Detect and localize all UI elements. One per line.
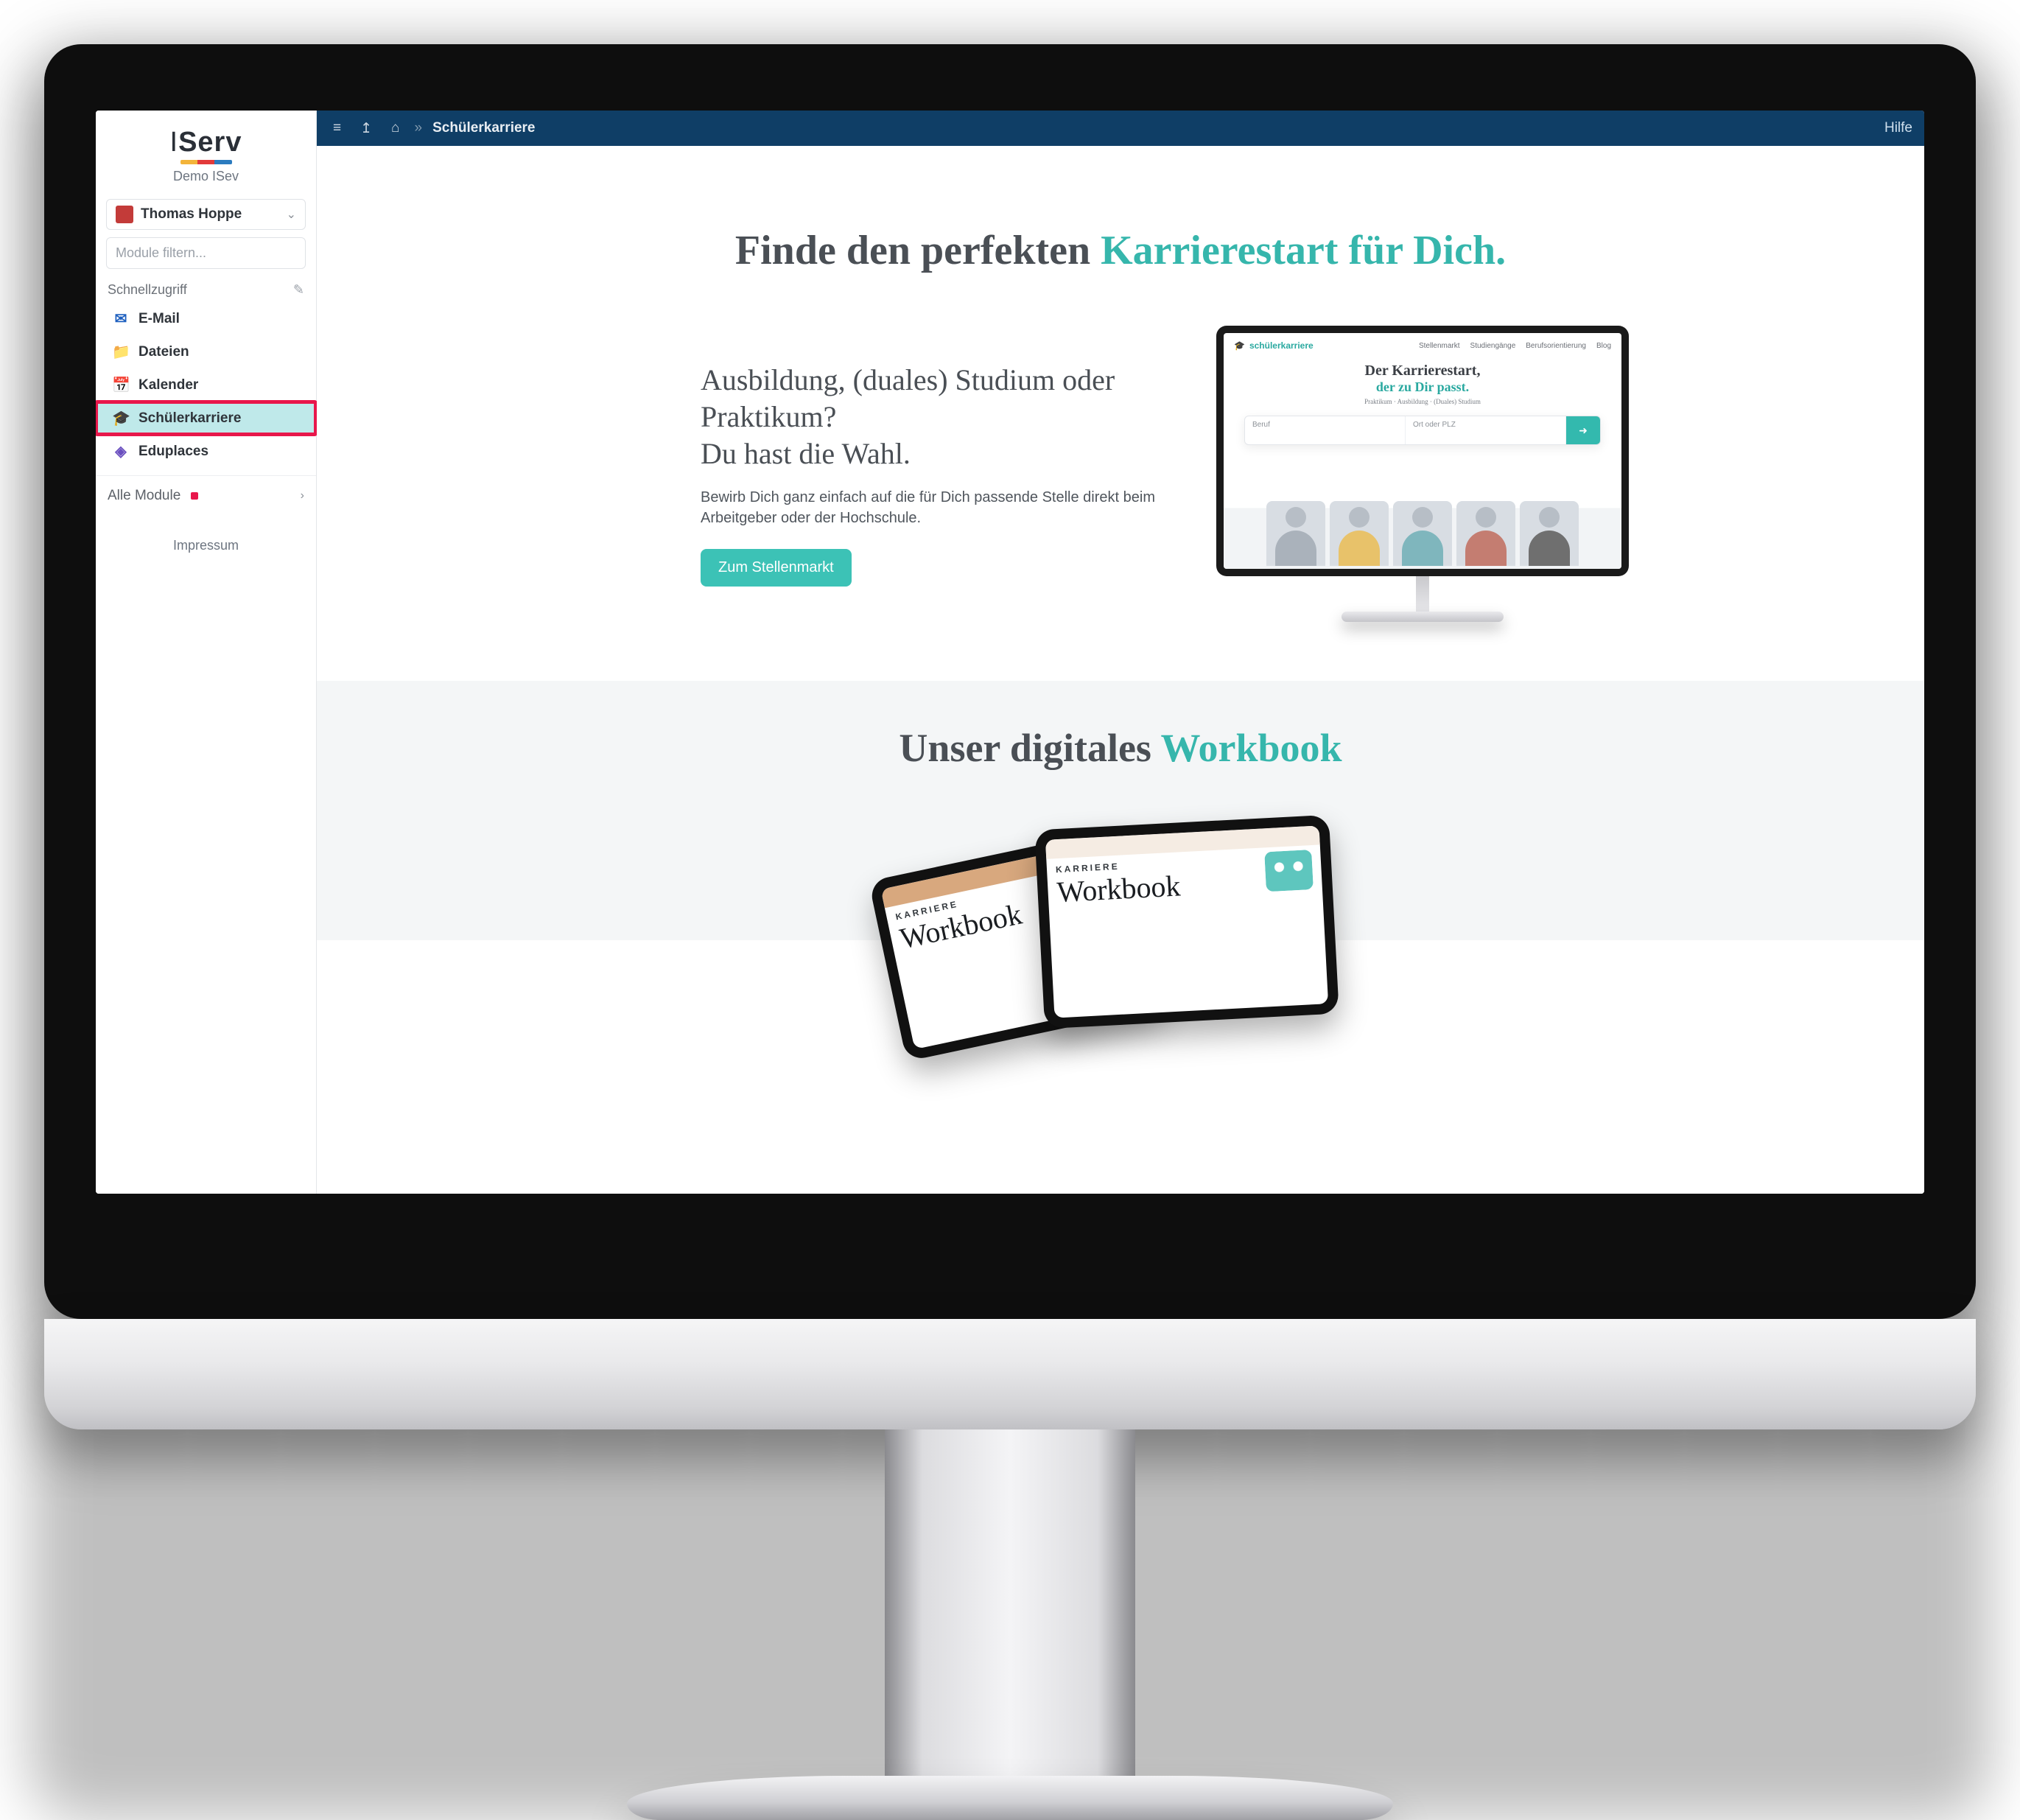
tablet-front: KARRIERE Workbook <box>1034 815 1339 1029</box>
hero-title-plain: Finde den perfekten <box>735 228 1101 273</box>
monitor-bezel: IServ Demo ISev Thomas Hoppe ⌄ Module fi… <box>44 44 1976 1319</box>
monitor-chin <box>44 1319 1976 1429</box>
up-arrow-icon[interactable]: ↥ <box>356 117 376 140</box>
person-illustration <box>1393 501 1452 566</box>
menu-icon[interactable]: ≡ <box>329 117 346 139</box>
edit-icon[interactable]: ✎ <box>293 282 304 298</box>
breadcrumb-separator: » <box>415 120 423 136</box>
mini-brand: 🎓 schülerkarriere <box>1234 340 1314 351</box>
quick-access-header: Schnellzugriff ✎ <box>96 278 316 302</box>
mini-headline-plain: Der Karrierestart, <box>1365 363 1481 379</box>
owl-icon <box>1264 850 1314 892</box>
sidebar-item-dateien[interactable]: 📁 Dateien <box>96 335 316 368</box>
mini-searchbar: Beruf Ort oder PLZ ➜ <box>1244 416 1601 445</box>
mini-nav: Stellenmarkt Studiengänge Berufsorientie… <box>1419 342 1611 350</box>
topbar: ≡ ↥ ⌂ » Schülerkarriere Hilfe <box>317 111 1924 146</box>
cta-stellenmarkt-button[interactable]: Zum Stellenmarkt <box>701 549 852 587</box>
workbook-title-plain: Unser digitales <box>899 726 1160 770</box>
sidebar-item-label: Dateien <box>138 344 189 360</box>
monitor-foot <box>627 1776 1393 1820</box>
sidebar-item-kalender[interactable]: 📅 Kalender <box>96 368 316 402</box>
hero-subtitle: Ausbildung, (duales) Studium oder Prakti… <box>701 362 1157 472</box>
person-illustration <box>1456 501 1515 566</box>
screen: IServ Demo ISev Thomas Hoppe ⌄ Module fi… <box>96 111 1924 1194</box>
mini-search-field-left: Beruf <box>1245 416 1406 444</box>
mini-hero: Der Karrierestart, der zu Dir passt. Pra… <box>1224 358 1621 408</box>
chevron-down-icon: ⌄ <box>287 207 296 222</box>
mail-icon: ✉ <box>112 309 130 328</box>
all-modules-label: Alle Module <box>108 488 180 503</box>
eduplaces-icon: ◈ <box>112 442 130 461</box>
quick-access-label: Schnellzugriff <box>108 282 187 298</box>
mini-monitor-screen: 🎓 schülerkarriere Stellenmarkt Studiengä… <box>1224 333 1621 569</box>
calendar-icon: 📅 <box>112 376 130 394</box>
hero-description: Bewirb Dich ganz einfach auf die für Dic… <box>701 487 1157 528</box>
sidebar: IServ Demo ISev Thomas Hoppe ⌄ Module fi… <box>96 111 317 1194</box>
hero-title: Finde den perfekten Karrierestart für Di… <box>317 146 1924 296</box>
graduation-cap-icon: 🎓 <box>1234 340 1245 351</box>
workbook-title-accent: Workbook <box>1160 726 1342 770</box>
mini-nav-item: Stellenmarkt <box>1419 342 1460 350</box>
folder-icon: 📁 <box>112 343 130 361</box>
brand-logo: IServ <box>103 127 309 158</box>
chevron-right-icon: › <box>301 489 304 503</box>
mini-nav-item: Berufsorientierung <box>1526 342 1586 350</box>
page-content: Finde den perfekten Karrierestart für Di… <box>317 146 1924 1194</box>
sidebar-item-email[interactable]: ✉ E-Mail <box>96 302 316 335</box>
module-filter-input[interactable]: Module filtern... <box>106 237 306 269</box>
brand-block: IServ Demo ISev <box>96 111 316 189</box>
brand-subtitle: Demo ISev <box>103 169 309 184</box>
sidebar-item-label: Eduplaces <box>138 444 208 460</box>
hero-copy: Ausbildung, (duales) Studium oder Prakti… <box>701 362 1157 587</box>
mini-tagline: Praktikum · Ausbildung · (Duales) Studiu… <box>1231 398 1614 405</box>
sidebar-item-label: Kalender <box>138 377 198 393</box>
hero-title-accent: Karrierestart für Dich. <box>1101 228 1506 273</box>
mini-headline-accent: der zu Dir passt. <box>1231 379 1614 395</box>
mini-monitor-foot <box>1342 612 1504 622</box>
mini-people-row <box>1224 488 1621 569</box>
main-area: ≡ ↥ ⌂ » Schülerkarriere Hilfe Finde den … <box>317 111 1924 1194</box>
person-illustration <box>1266 501 1325 566</box>
workbook-tablets: KARRIERE Workbook K <box>885 822 1356 940</box>
mini-nav-item: Blog <box>1596 342 1611 350</box>
mini-brand-text: schülerkarriere <box>1249 340 1314 351</box>
avatar <box>116 206 133 223</box>
help-link[interactable]: Hilfe <box>1884 120 1912 136</box>
hero-row: Ausbildung, (duales) Studium oder Prakti… <box>317 296 1924 681</box>
person-illustration <box>1330 501 1389 566</box>
home-icon[interactable]: ⌂ <box>387 117 404 139</box>
sidebar-item-schuelerkarriere[interactable]: 🎓 Schülerkarriere <box>96 402 316 435</box>
brand-underline <box>180 160 232 164</box>
breadcrumb-current: Schülerkarriere <box>432 120 535 136</box>
mini-nav-item: Studiengänge <box>1470 342 1516 350</box>
imprint-link[interactable]: Impressum <box>96 516 316 575</box>
user-name: Thomas Hoppe <box>141 206 279 223</box>
person-illustration <box>1520 501 1579 566</box>
hero-illustration: 🎓 schülerkarriere Stellenmarkt Studiengä… <box>1216 326 1629 622</box>
mini-search-go-icon: ➜ <box>1566 416 1600 444</box>
monitor-mockup: IServ Demo ISev Thomas Hoppe ⌄ Module fi… <box>0 0 2020 1820</box>
workbook-title: Unser digitales Workbook <box>346 725 1895 771</box>
notification-dot-icon <box>191 492 198 500</box>
user-menu[interactable]: Thomas Hoppe ⌄ <box>106 199 306 230</box>
mini-search-field-right: Ort oder PLZ <box>1406 416 1566 444</box>
app-root: IServ Demo ISev Thomas Hoppe ⌄ Module fi… <box>96 111 1924 1194</box>
mini-headline: Der Karrierestart, der zu Dir passt. <box>1231 363 1614 395</box>
sidebar-item-label: Schülerkarriere <box>138 410 241 427</box>
sidebar-item-label: E-Mail <box>138 311 180 327</box>
mini-topbar: 🎓 schülerkarriere Stellenmarkt Studiengä… <box>1224 333 1621 358</box>
mini-monitor-bezel: 🎓 schülerkarriere Stellenmarkt Studiengä… <box>1216 326 1629 576</box>
all-modules-row[interactable]: Alle Module › <box>96 475 316 516</box>
graduation-cap-icon: 🎓 <box>112 409 130 427</box>
workbook-section: Unser digitales Workbook KARRIERE Workbo… <box>317 681 1924 940</box>
mini-monitor-stand <box>1416 576 1429 613</box>
monitor-stand <box>885 1429 1135 1783</box>
sidebar-item-eduplaces[interactable]: ◈ Eduplaces <box>96 435 316 468</box>
